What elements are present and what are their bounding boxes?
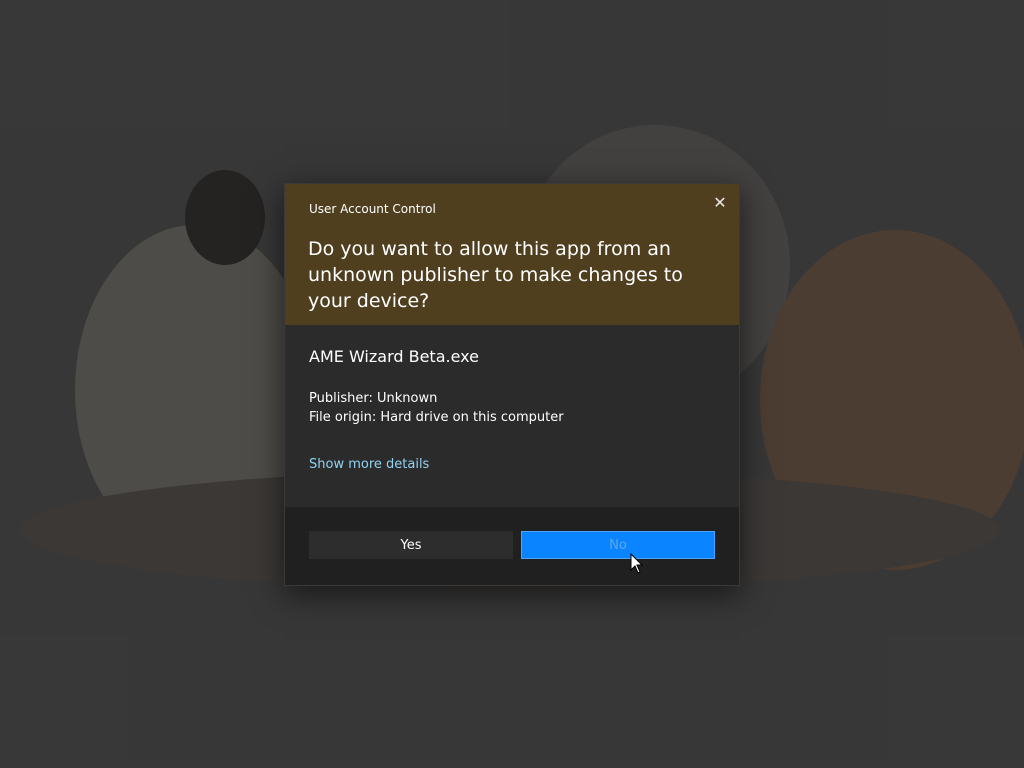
- mouse-pointer-icon: [630, 553, 644, 574]
- uac-dialog: User Account Control ✕ Do you want to al…: [284, 183, 740, 586]
- uac-footer: Yes No: [285, 507, 739, 585]
- publisher-text: Publisher: Unknown: [309, 391, 438, 406]
- uac-header: User Account Control ✕ Do you want to al…: [285, 184, 739, 325]
- app-name: AME Wizard Beta.exe: [309, 347, 479, 366]
- dialog-title: User Account Control: [309, 202, 436, 216]
- show-more-details-link[interactable]: Show more details: [309, 457, 429, 472]
- desktop-background: User Account Control ✕ Do you want to al…: [0, 0, 1024, 768]
- close-icon: ✕: [713, 193, 727, 212]
- dialog-question: Do you want to allow this app from an un…: [308, 238, 683, 312]
- close-button[interactable]: ✕: [707, 190, 733, 216]
- uac-body: AME Wizard Beta.exe Publisher: Unknown F…: [285, 325, 739, 507]
- no-button[interactable]: No: [521, 531, 715, 559]
- file-origin-text: File origin: Hard drive on this computer: [309, 410, 564, 425]
- yes-button[interactable]: Yes: [309, 531, 513, 559]
